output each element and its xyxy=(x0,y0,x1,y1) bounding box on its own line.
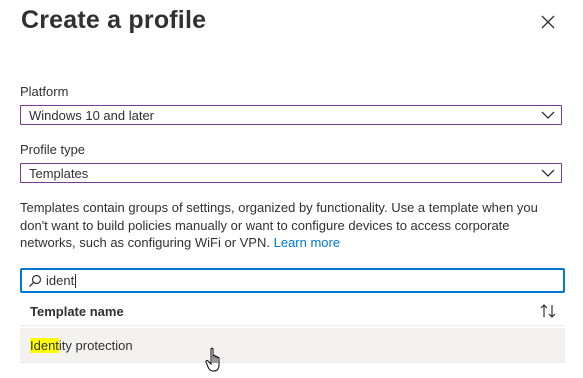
template-name-rest: ity protection xyxy=(58,338,133,353)
close-icon xyxy=(541,15,555,29)
platform-value: Windows 10 and later xyxy=(29,107,155,123)
hand-cursor-icon xyxy=(205,347,220,372)
column-header-template-name[interactable]: Template name xyxy=(30,304,124,319)
template-name-cell: Identity protection xyxy=(30,338,133,353)
table-header: Template name xyxy=(20,296,565,326)
sort-icon[interactable] xyxy=(539,303,557,319)
page-title: Create a profile xyxy=(21,6,207,34)
search-icon xyxy=(28,274,42,288)
table-row[interactable]: Identity protection xyxy=(20,328,565,363)
search-match-highlight: Ident xyxy=(30,338,59,353)
text-caret xyxy=(75,273,77,288)
chevron-down-icon xyxy=(541,169,555,177)
close-button[interactable] xyxy=(536,10,560,34)
templates-description: Templates contain groups of settings, or… xyxy=(20,199,560,252)
search-value: ident xyxy=(46,273,75,288)
search-input[interactable]: ident xyxy=(20,268,565,293)
profile-type-value: Templates xyxy=(29,165,89,181)
chevron-down-icon xyxy=(541,111,555,119)
platform-label: Platform xyxy=(20,84,69,99)
learn-more-link[interactable]: Learn more xyxy=(274,235,340,250)
platform-select[interactable]: Windows 10 and later xyxy=(20,105,562,125)
profile-type-select[interactable]: Templates xyxy=(20,163,562,183)
profile-type-label: Profile type xyxy=(20,142,86,157)
